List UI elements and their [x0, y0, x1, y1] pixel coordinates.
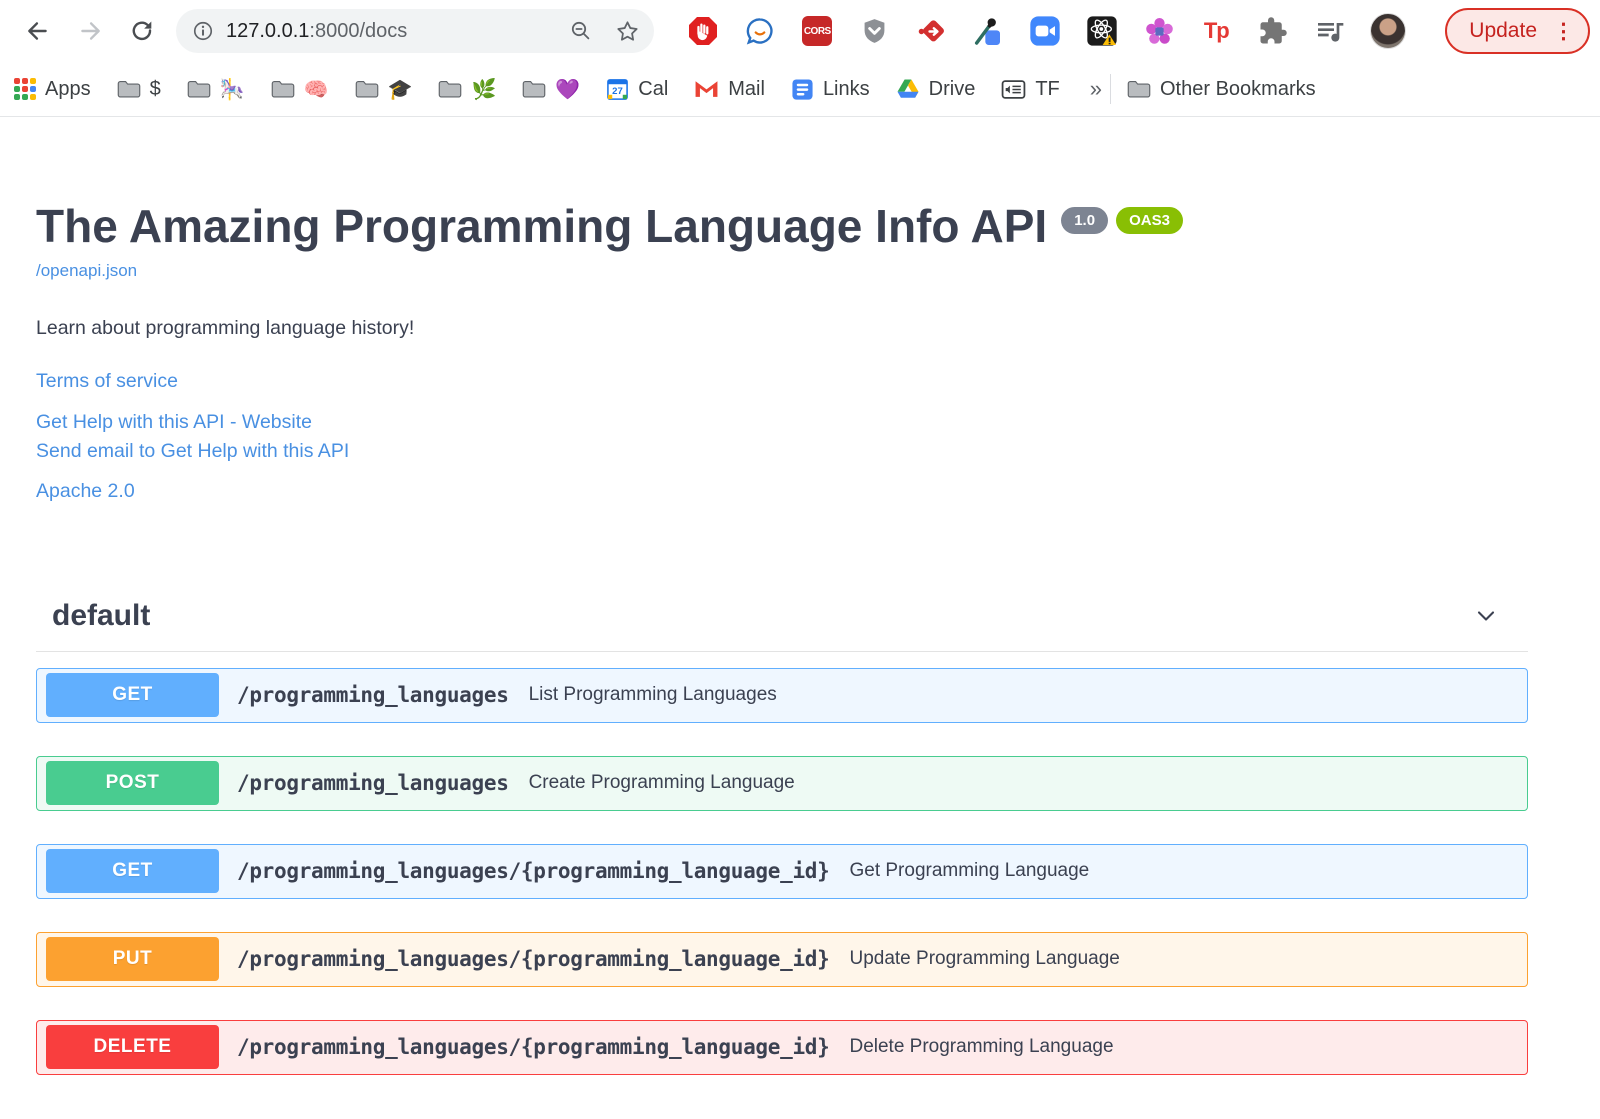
forward-arrow-icon — [81, 22, 100, 40]
browser-menu-dots-icon[interactable]: ⋮ — [1553, 21, 1574, 42]
bookmarks-bar: Apps $ 🎠 🧠 🎓 🌿 💜 27 Cal Mail Links Drive… — [0, 62, 1600, 117]
collapse-chevron-icon[interactable] — [1472, 602, 1500, 630]
endpoint-row-put-update[interactable]: PUT /programming_languages/{programming_… — [36, 931, 1528, 987]
folder-icon — [271, 80, 294, 98]
apps-grid-icon — [14, 78, 36, 100]
bookmark-folder-brain[interactable]: 🧠 — [271, 77, 329, 102]
bookmark-drive[interactable]: Drive — [896, 78, 975, 101]
swagger-docs-page: The Amazing Programming Language Info AP… — [0, 117, 1600, 1075]
svg-text:27: 27 — [612, 85, 623, 96]
google-drive-icon — [897, 79, 919, 98]
api-title-text: The Amazing Programming Language Info AP… — [36, 200, 1048, 252]
terms-of-service-link[interactable]: Terms of service — [36, 370, 1528, 393]
license-link[interactable]: Apache 2.0 — [36, 480, 135, 503]
address-bar[interactable]: 127.0.0.1:8000/docs — [176, 9, 654, 53]
tag-name: default — [52, 598, 151, 632]
purple-flower-extension-icon[interactable] — [1142, 14, 1176, 48]
forward-button[interactable] — [73, 14, 107, 48]
reload-button[interactable] — [125, 14, 159, 48]
cors-extension-icon[interactable]: CORS — [800, 14, 834, 48]
endpoint-path: /programming_languages/{programming_lang… — [237, 859, 830, 884]
react-devtools-extension-icon[interactable] — [1085, 14, 1119, 48]
bookmark-star-icon[interactable] — [615, 19, 640, 44]
endpoint-summary: Create Programming Language — [528, 772, 795, 794]
browser-toolbar: 127.0.0.1:8000/docs CORS Tp Update ⋮ — [0, 0, 1600, 62]
endpoint-summary: Get Programming Language — [849, 860, 1090, 882]
gmail-icon — [695, 81, 718, 97]
reload-icon — [132, 21, 152, 41]
puzzle-extensions-menu-icon[interactable] — [1256, 14, 1290, 48]
chrome-update-button[interactable]: Update ⋮ — [1445, 8, 1590, 54]
red-diamond-arrow-extension-icon[interactable] — [914, 14, 948, 48]
folder-icon — [117, 80, 140, 98]
zoom-out-page-icon[interactable] — [569, 19, 593, 43]
folder-icon — [439, 80, 462, 98]
chat-bubble-extension-icon[interactable] — [743, 14, 777, 48]
bookmarks-divider — [1110, 74, 1111, 104]
endpoint-summary: Delete Programming Language — [849, 1036, 1114, 1058]
back-button[interactable] — [21, 14, 55, 48]
folder-icon — [523, 80, 546, 98]
folder-icon — [187, 80, 211, 98]
bookmark-calendar[interactable]: 27 Cal — [606, 78, 668, 101]
method-badge: GET — [46, 673, 219, 718]
endpoint-summary: Update Programming Language — [849, 948, 1120, 970]
playlist-queue-icon[interactable] — [1313, 14, 1347, 48]
help-website-link[interactable]: Get Help with this API - Website — [36, 408, 1528, 437]
endpoint-path: /programming_languages/{programming_lang… — [237, 947, 830, 972]
bookmark-apps[interactable]: Apps — [14, 78, 91, 101]
method-badge: POST — [46, 761, 219, 806]
eyedropper-extension-icon[interactable] — [971, 14, 1005, 48]
shield-extension-icon[interactable] — [857, 14, 891, 48]
bookmark-tf[interactable]: TF — [1001, 78, 1060, 101]
page-title: The Amazing Programming Language Info AP… — [36, 201, 1528, 252]
tag-section-default: default GET /programming_languages List … — [36, 599, 1528, 1075]
oas3-badge: OAS3 — [1116, 207, 1183, 234]
title-badges: 1.0 OAS3 — [1061, 207, 1183, 234]
bookmark-links[interactable]: Links — [791, 78, 870, 101]
bookmarks-overflow-chevron[interactable]: » — [1090, 76, 1102, 102]
extensions-row: CORS Tp Update ⋮ — [680, 8, 1590, 54]
bookmark-folder-carousel[interactable]: 🎠 — [187, 77, 245, 102]
bookmark-folder-dollar[interactable]: $ — [117, 78, 161, 101]
tf-news-icon — [1001, 79, 1026, 99]
folder-icon — [1127, 80, 1151, 98]
openapi-spec-link[interactable]: /openapi.json — [36, 261, 137, 281]
endpoint-path: /programming_languages — [237, 683, 509, 708]
back-arrow-icon — [28, 22, 47, 40]
version-badge: 1.0 — [1061, 207, 1109, 234]
bookmark-folder-graduation[interactable]: 🎓 — [355, 77, 412, 102]
api-description: Learn about programming language history… — [36, 316, 415, 339]
endpoint-row-post-create[interactable]: POST /programming_languages Create Progr… — [36, 755, 1528, 811]
links-list-icon — [792, 78, 813, 100]
google-calendar-icon: 27 — [607, 78, 629, 100]
endpoint-path: /programming_languages — [237, 771, 509, 796]
tag-header[interactable]: default — [36, 599, 1528, 652]
endpoint-row-get-single[interactable]: GET /programming_languages/{programming_… — [36, 843, 1528, 899]
bookmark-folder-herb[interactable]: 🌿 — [438, 77, 496, 102]
url-text[interactable]: 127.0.0.1:8000/docs — [226, 20, 569, 43]
endpoint-summary: List Programming Languages — [528, 684, 777, 706]
endpoint-row-delete[interactable]: DELETE /programming_languages/{programmi… — [36, 1019, 1528, 1075]
method-badge: DELETE — [46, 1025, 219, 1070]
tp-extension-icon[interactable]: Tp — [1199, 14, 1233, 48]
help-email-link[interactable]: Send email to Get Help with this API — [36, 437, 1528, 466]
method-badge: GET — [46, 849, 219, 894]
site-info-icon[interactable] — [192, 20, 214, 42]
zoom-meeting-extension-icon[interactable] — [1028, 14, 1062, 48]
endpoint-path: /programming_languages/{programming_lang… — [237, 1035, 830, 1060]
other-bookmarks[interactable]: Other Bookmarks — [1127, 78, 1316, 101]
endpoint-row-get-list[interactable]: GET /programming_languages List Programm… — [36, 667, 1528, 723]
profile-avatar[interactable] — [1370, 13, 1407, 49]
folder-icon — [355, 80, 378, 98]
adblock-extension-icon[interactable] — [686, 14, 720, 48]
bookmark-folder-heart[interactable]: 💜 — [522, 77, 580, 102]
update-label: Update — [1469, 19, 1537, 42]
method-badge: PUT — [46, 937, 219, 982]
bookmark-mail[interactable]: Mail — [694, 78, 765, 101]
